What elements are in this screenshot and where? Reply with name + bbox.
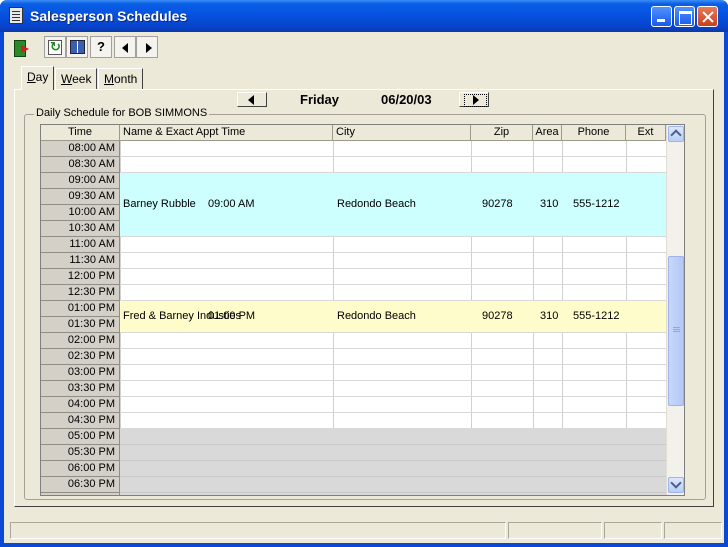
time-slot-label: 06:00 PM [41, 461, 120, 477]
tab-day-label: ay [35, 70, 49, 84]
time-slot-label: 07:00 PM [41, 493, 120, 495]
tab-month-accel: M [104, 72, 114, 86]
time-slot-label: 03:00 PM [41, 365, 120, 381]
tab-day[interactable]: Day [21, 66, 55, 90]
title-bar[interactable]: Salesperson Schedules [0, 0, 728, 32]
time-slot-label: 05:30 PM [41, 445, 120, 461]
schedule-row[interactable] [120, 477, 666, 493]
app-window: Salesperson Schedules ? Day Week Month F… [0, 0, 728, 547]
schedule-group-label: Daily Schedule for BOB SIMMONS [34, 107, 210, 119]
appointment-area: 310 [540, 310, 559, 322]
appointment-phone: 555-1212 [573, 310, 620, 322]
appointment-zip: 90278 [482, 198, 513, 210]
schedule-row[interactable] [120, 445, 666, 461]
appointment-row[interactable]: Fred & Barney Industies 01:00 PM Redondo B… [120, 301, 666, 332]
status-panel-2 [508, 522, 602, 539]
time-slot-label: 04:30 PM [41, 413, 120, 429]
schedule-grid[interactable]: Time Name & Exact Appt Time City Zip Are… [40, 124, 685, 496]
time-slot-label: 09:00 AM [41, 173, 120, 189]
scroll-up-icon[interactable] [668, 126, 684, 142]
current-date: 06/20/03 [381, 92, 432, 107]
tab-week[interactable]: Week [55, 68, 98, 89]
scroll-down-icon[interactable] [668, 477, 684, 493]
tab-week-label: eek [72, 72, 92, 86]
status-panel-main [10, 522, 506, 539]
previous-day-button[interactable] [237, 92, 267, 107]
time-slot-label: 11:30 AM [41, 253, 120, 269]
time-slot-label: 12:30 PM [41, 285, 120, 301]
schedule-row[interactable] [120, 365, 666, 381]
status-panel-3 [604, 522, 662, 539]
schedule-row[interactable] [120, 493, 666, 495]
appointment-time: 09:00 AM [208, 198, 255, 210]
time-slot-label: 12:00 PM [41, 269, 120, 285]
appointment-zip: 90278 [482, 310, 513, 322]
time-slot-label: 10:00 AM [41, 205, 120, 221]
schedule-row[interactable] [120, 141, 666, 157]
schedule-row[interactable] [120, 269, 666, 285]
time-slot-label: 02:00 PM [41, 333, 120, 349]
column-header-ext[interactable]: Ext [626, 125, 666, 141]
appointment-time: 01:00 PM [208, 310, 256, 322]
schedule-row[interactable] [120, 157, 666, 173]
refresh-icon[interactable] [44, 36, 66, 58]
schedule-row[interactable] [120, 461, 666, 477]
next-arrow-icon[interactable] [136, 36, 158, 58]
schedule-row[interactable] [120, 381, 666, 397]
help-glyph: ? [97, 39, 105, 54]
schedule-row[interactable] [120, 349, 666, 365]
time-slot-label: 08:00 AM [41, 141, 120, 157]
time-slot-label: 01:00 PM [41, 301, 120, 317]
time-slot-label: 08:30 AM [41, 157, 120, 173]
time-slot-label: 11:00 AM [41, 237, 120, 253]
column-header-name[interactable]: Name & Exact Appt Time [120, 125, 333, 141]
appointment-phone: 555-1212 [573, 198, 620, 210]
schedule-row[interactable] [120, 333, 666, 349]
tab-week-accel: W [61, 72, 73, 86]
vertical-scrollbar[interactable] [666, 125, 684, 495]
next-day-button[interactable] [459, 92, 489, 107]
close-button[interactable] [697, 6, 718, 27]
help-icon[interactable]: ? [90, 36, 112, 58]
appointment-area: 310 [540, 198, 559, 210]
time-slot-label: 06:30 PM [41, 477, 120, 493]
appointment-name: Barney Rubble [123, 198, 196, 210]
tab-month[interactable]: Month [98, 68, 144, 89]
appointment-city: Redondo Beach [337, 310, 416, 322]
status-bar [8, 520, 724, 540]
scroll-thumb[interactable] [668, 256, 684, 406]
time-slot-label: 04:00 PM [41, 397, 120, 413]
time-slot-label: 01:30 PM [41, 317, 120, 333]
schedule-row[interactable] [120, 237, 666, 253]
time-slot-label: 09:30 AM [41, 189, 120, 205]
minimize-button[interactable] [651, 6, 672, 27]
tab-day-accel: D [27, 70, 36, 84]
time-slot-label: 02:30 PM [41, 349, 120, 365]
tab-month-label: onth [114, 72, 138, 86]
column-header-zip[interactable]: Zip [471, 125, 533, 141]
schedule-row[interactable] [120, 429, 666, 445]
maximize-button[interactable] [674, 6, 695, 27]
column-header-area[interactable]: Area [533, 125, 562, 141]
column-header-city[interactable]: City [333, 125, 471, 141]
time-slot-label: 03:30 PM [41, 381, 120, 397]
previous-arrow-icon[interactable] [114, 36, 136, 58]
window-title: Salesperson Schedules [30, 8, 188, 24]
schedule-row[interactable] [120, 253, 666, 269]
column-header-time[interactable]: Time [41, 125, 120, 141]
time-slot-label: 10:30 AM [41, 221, 120, 237]
schedule-row[interactable] [120, 413, 666, 429]
appointment-city: Redondo Beach [337, 198, 416, 210]
day-of-week: Friday [300, 92, 340, 107]
client-area: ? Day Week Month Friday 06/20/03 Daily S… [4, 32, 724, 543]
schedule-row[interactable] [120, 397, 666, 413]
column-header-phone[interactable]: Phone [562, 125, 626, 141]
exit-icon[interactable] [10, 36, 32, 58]
appointment-row[interactable]: Barney Rubble 09:00 AM Redondo Beach 90278 3… [120, 173, 666, 236]
schedule-row[interactable] [120, 285, 666, 301]
app-icon [9, 7, 23, 24]
status-panel-4 [664, 522, 722, 539]
time-slot-label: 05:00 PM [41, 429, 120, 445]
book-icon[interactable] [66, 36, 88, 58]
